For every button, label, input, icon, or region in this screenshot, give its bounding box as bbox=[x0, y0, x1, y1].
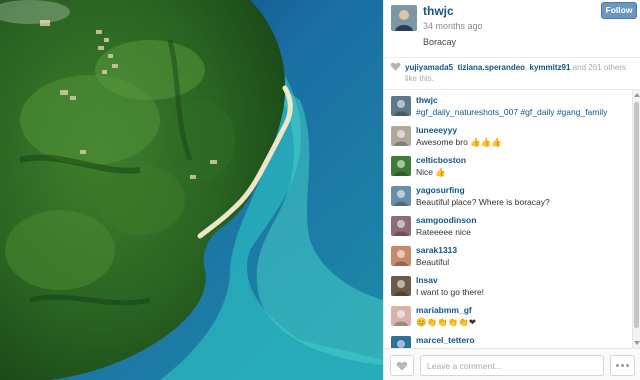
like-button[interactable] bbox=[390, 355, 414, 376]
scroll-down-icon[interactable] bbox=[634, 341, 640, 345]
post-photo[interactable] bbox=[0, 0, 383, 380]
comment-text: Awesome bro 👍👍👍 bbox=[416, 137, 502, 147]
commenter-avatar[interactable] bbox=[391, 336, 411, 348]
comment-row: yagosurfing Beautiful place? Where is bor… bbox=[384, 180, 631, 210]
commenter-username[interactable]: thwjc bbox=[416, 95, 438, 105]
likes-summary: yujiyamada5, tiziana.sperandeo, kymmitz9… bbox=[384, 58, 640, 90]
commenter-username[interactable]: lnsav bbox=[416, 275, 438, 285]
comment-text: I want to go there! bbox=[416, 287, 485, 297]
comment-text: Beautiful place? Where is boracay? bbox=[416, 197, 550, 207]
scrollbar-thumb[interactable] bbox=[634, 102, 639, 328]
comment-row: celticboston Nice 👍 bbox=[384, 150, 631, 180]
comment-row: thwjc #gf_daily_natureshots_007 #gf_daily… bbox=[384, 90, 631, 120]
comment-row: luneeeyyy Awesome bro 👍👍👍 bbox=[384, 120, 631, 150]
commenter-avatar[interactable] bbox=[391, 216, 411, 236]
liker-link[interactable]: tiziana.sperandeo bbox=[457, 63, 525, 72]
commenter-avatar[interactable] bbox=[391, 156, 411, 176]
comments-scrollbar[interactable] bbox=[632, 90, 640, 348]
comment-row: lnsav I want to go there! bbox=[384, 270, 631, 300]
post-side-panel: thwjc 34 months ago Boracay Follow yujiy… bbox=[383, 0, 640, 380]
author-avatar[interactable] bbox=[391, 5, 417, 31]
commenter-avatar[interactable] bbox=[391, 126, 411, 146]
more-dot bbox=[626, 364, 629, 367]
comment-input[interactable] bbox=[420, 355, 604, 376]
comments-list: thwjc #gf_daily_natureshots_007 #gf_daily… bbox=[384, 90, 631, 348]
commenter-username[interactable]: mariabmm_gf bbox=[416, 305, 472, 315]
comment-row: marcel_tettero bbox=[384, 330, 631, 348]
comment-text: 😊👏👏👏👏❤ bbox=[416, 317, 477, 327]
more-options-icon bbox=[616, 364, 619, 367]
commenter-avatar[interactable] bbox=[391, 306, 411, 326]
heart-icon bbox=[390, 62, 401, 71]
scroll-up-icon[interactable] bbox=[634, 93, 640, 97]
commenter-username[interactable]: luneeeyyy bbox=[416, 125, 457, 135]
comment-row: samgoodinson Rateeeee nice bbox=[384, 210, 631, 240]
comment-row: mariabmm_gf 😊👏👏👏👏❤ bbox=[384, 300, 631, 330]
commenter-avatar[interactable] bbox=[391, 96, 411, 116]
comment-footer bbox=[384, 348, 640, 380]
like-heart-icon bbox=[396, 361, 408, 370]
commenter-username[interactable]: sarak1313 bbox=[416, 245, 457, 255]
follow-button[interactable]: Follow bbox=[601, 2, 637, 19]
comment-row: sarak1313 Beautiful bbox=[384, 240, 631, 270]
comment-text: Rateeeee nice bbox=[416, 227, 471, 237]
commenter-avatar[interactable] bbox=[391, 246, 411, 266]
author-username[interactable]: thwjc bbox=[423, 4, 454, 18]
comment-text: Nice 👍 bbox=[416, 167, 446, 177]
comment-hashtags[interactable]: #gf_daily_natureshots_007 #gf_daily #gan… bbox=[416, 107, 607, 117]
more-options-button[interactable] bbox=[610, 355, 635, 376]
aerial-island-image bbox=[0, 0, 383, 380]
commenter-username[interactable]: marcel_tettero bbox=[416, 335, 475, 345]
commenter-avatar[interactable] bbox=[391, 276, 411, 296]
commenter-username[interactable]: samgoodinson bbox=[416, 215, 476, 225]
comment-text: Beautiful bbox=[416, 257, 450, 267]
commenter-avatar[interactable] bbox=[391, 186, 411, 206]
liker-link[interactable]: kymmitz91 bbox=[530, 63, 571, 72]
commenter-username[interactable]: celticboston bbox=[416, 155, 466, 165]
post-location[interactable]: Boracay bbox=[423, 37, 456, 47]
commenter-username[interactable]: yagosurfing bbox=[416, 185, 465, 195]
liker-link[interactable]: yujiyamada5 bbox=[405, 63, 453, 72]
more-dot bbox=[621, 364, 624, 367]
post-header: thwjc 34 months ago Boracay Follow bbox=[384, 0, 640, 58]
post-timestamp[interactable]: 34 months ago bbox=[423, 21, 483, 31]
